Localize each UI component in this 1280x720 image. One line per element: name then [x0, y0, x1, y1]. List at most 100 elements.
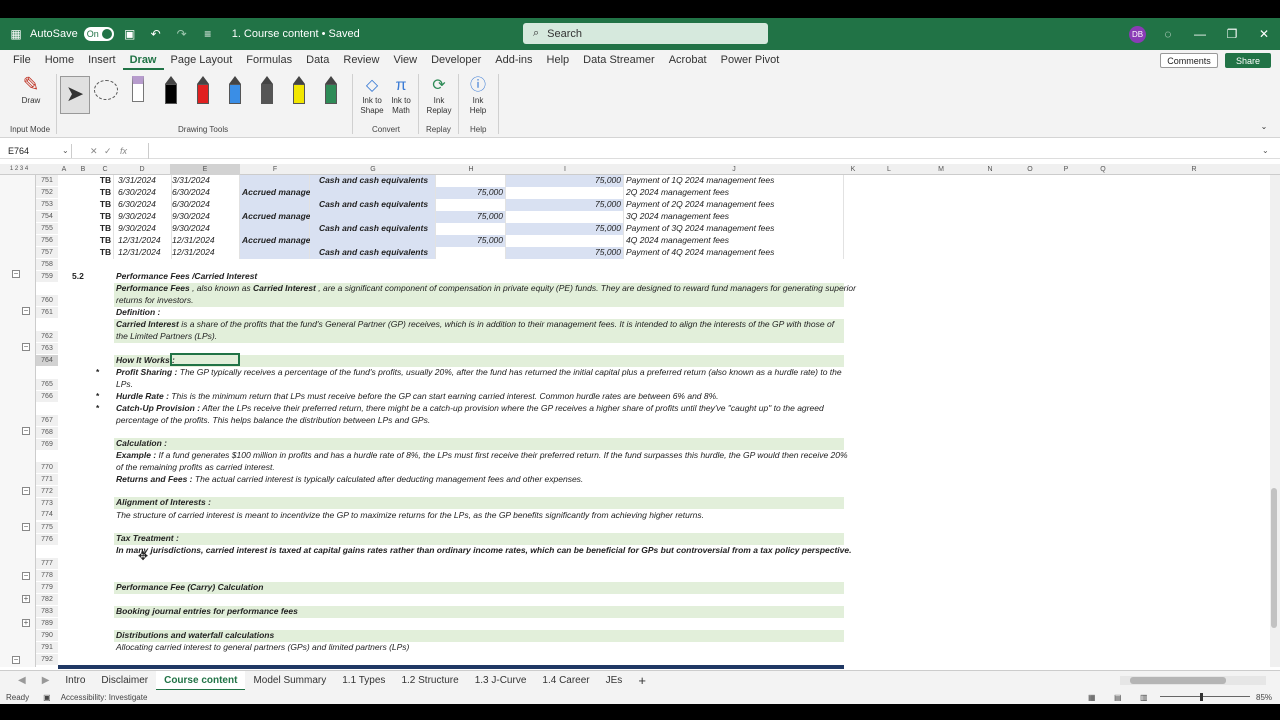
select-tool-button[interactable]: ➤	[60, 76, 90, 114]
tb-cell-j[interactable]: 4Q 2024 management fees	[624, 235, 844, 247]
tb-cell-f[interactable]	[240, 247, 310, 259]
tab-file[interactable]: File	[6, 50, 38, 70]
undo-icon[interactable]: ↶	[146, 24, 166, 44]
sheet-grid[interactable]: 5.2 Performance Fees /Carried Interest P…	[58, 175, 1270, 667]
col-header-o[interactable]: O	[1014, 164, 1046, 175]
name-box-dropdown-icon[interactable]: ⌄	[62, 143, 69, 159]
tb-cell-e[interactable]: 12/31/2024	[170, 235, 240, 247]
tab-acrobat[interactable]: Acrobat	[662, 50, 714, 70]
page-layout-view-icon[interactable]: ▤	[1114, 693, 1122, 702]
tb-cell-d[interactable]: 3/31/2024	[116, 175, 172, 187]
tb-cell-j[interactable]: Payment of 3Q 2024 management fees	[624, 223, 844, 235]
search-box[interactable]: ⌕ Search	[523, 23, 768, 44]
sheet-tab-types[interactable]: 1.1 Types	[334, 671, 393, 691]
tab-home[interactable]: Home	[38, 50, 81, 70]
lasso-select-button[interactable]	[94, 80, 122, 100]
col-header-b[interactable]: B	[70, 164, 96, 175]
close-icon[interactable]: ✕	[1254, 24, 1274, 44]
col-header-q[interactable]: Q	[1086, 164, 1120, 175]
ink-to-shape-button[interactable]: ◇ Ink to Shape	[358, 76, 386, 116]
sheet-tab-j-curve[interactable]: 1.3 J-Curve	[467, 671, 535, 691]
eraser-button[interactable]	[130, 76, 146, 102]
row-header-767[interactable]: 767	[36, 415, 58, 426]
share-button[interactable]: Share	[1225, 53, 1271, 68]
next-sheet-icon[interactable]: ▶	[34, 671, 58, 691]
minimize-icon[interactable]: —	[1190, 24, 1210, 44]
tab-add-ins[interactable]: Add-ins	[488, 50, 539, 70]
tb-cell-g[interactable]	[310, 211, 436, 223]
row-header-768[interactable]: 768	[36, 427, 58, 438]
tb-cell-f[interactable]	[240, 199, 310, 211]
tb-cell-j[interactable]: 2Q 2024 management fees	[624, 187, 844, 199]
col-header-f[interactable]: F	[240, 164, 310, 175]
row-header-763[interactable]: 763	[36, 343, 58, 354]
collapse-group-icon[interactable]: −	[22, 307, 30, 315]
tb-cell-i[interactable]: 75,000	[506, 223, 624, 235]
tb-cell-i[interactable]: 75,000	[506, 247, 624, 259]
col-header-c[interactable]: C	[96, 164, 114, 175]
tb-cell-i[interactable]	[506, 235, 624, 247]
tb-cell-h[interactable]	[436, 247, 506, 259]
col-header-m[interactable]: M	[916, 164, 966, 175]
tab-view[interactable]: View	[386, 50, 424, 70]
vertical-scroll-thumb[interactable]	[1271, 488, 1277, 628]
row-header-764[interactable]: 764	[36, 355, 58, 366]
sheet-tab-structure[interactable]: 1.2 Structure	[393, 671, 466, 691]
row-header-766[interactable]: 766	[36, 391, 58, 402]
document-title[interactable]: 1. Course content • Saved	[232, 28, 360, 40]
tb-cell-g[interactable]: Cash and cash equivalents	[310, 175, 436, 187]
row-header-770[interactable]: 770	[36, 462, 58, 473]
tb-cell-b[interactable]: TB	[96, 175, 114, 187]
row-header-791[interactable]: 791	[36, 642, 58, 653]
sheet-tab-career[interactable]: 1.4 Career	[534, 671, 597, 691]
tb-cell-i[interactable]	[506, 187, 624, 199]
tb-cell-e[interactable]: 6/30/2024	[170, 187, 240, 199]
collapse-group-icon[interactable]: −	[22, 523, 30, 531]
col-header-a[interactable]: A	[58, 164, 70, 175]
tb-cell-j[interactable]: 3Q 2024 management fees	[624, 211, 844, 223]
expand-formula-icon[interactable]: ⌄	[1262, 143, 1269, 159]
row-header-755[interactable]: 755	[36, 223, 58, 234]
tb-cell-f[interactable]: Accrued management fee	[240, 187, 345, 199]
collapse-group-icon[interactable]: −	[22, 572, 30, 580]
row-header-792[interactable]: 792	[36, 654, 58, 665]
lightbulb-icon[interactable]: ◌	[1158, 24, 1178, 44]
collapse-group-icon[interactable]: −	[12, 270, 20, 278]
pen-2-icon[interactable]	[196, 76, 210, 106]
tab-data[interactable]: Data	[299, 50, 336, 70]
draw-button[interactable]: ✎ Draw	[14, 74, 48, 106]
tb-cell-g[interactable]	[310, 235, 436, 247]
tb-cell-e[interactable]: 6/30/2024	[170, 199, 240, 211]
tb-cell-e[interactable]: 9/30/2024	[170, 223, 240, 235]
col-header-n[interactable]: N	[966, 164, 1014, 175]
row-header-779[interactable]: 779	[36, 582, 58, 593]
customize-qat-icon[interactable]: ≡	[198, 24, 218, 44]
sheet-tab-course-content[interactable]: Course content	[156, 670, 246, 691]
tb-cell-b[interactable]: TB	[96, 211, 114, 223]
col-header-k[interactable]: K	[844, 164, 862, 175]
enter-icon[interactable]: ✓	[104, 143, 112, 159]
autosave-toggle[interactable]: On	[83, 27, 114, 41]
tb-cell-j[interactable]: Payment of 2Q 2024 management fees	[624, 199, 844, 211]
row-header-751[interactable]: 751	[36, 175, 58, 186]
prev-sheet-icon[interactable]: ◀	[10, 671, 34, 691]
tb-cell-g[interactable]: Cash and cash equivalents	[310, 247, 436, 259]
row-header-775[interactable]: 775	[36, 522, 58, 533]
collapse-group-icon[interactable]: −	[22, 427, 30, 435]
expand-group-icon[interactable]: +	[22, 595, 30, 603]
row-header-783[interactable]: 783	[36, 606, 58, 617]
pen-6-icon[interactable]	[324, 76, 338, 106]
pen-1-icon[interactable]	[164, 76, 178, 106]
save-icon[interactable]: ▣	[120, 24, 140, 44]
tb-cell-h[interactable]: 75,000	[436, 211, 506, 223]
col-header-j[interactable]: J	[624, 164, 844, 175]
tb-cell-f[interactable]	[240, 175, 310, 187]
row-header-758[interactable]: 758	[36, 259, 58, 270]
collapse-ribbon-icon[interactable]: ⌄	[1258, 122, 1270, 132]
collapse-group-icon[interactable]: −	[22, 343, 30, 351]
add-sheet-icon[interactable]: +	[630, 671, 654, 691]
pen-5-icon[interactable]	[292, 76, 306, 106]
tb-cell-b[interactable]: TB	[96, 223, 114, 235]
tb-cell-i[interactable]: 75,000	[506, 199, 624, 211]
sheet-tab-intro[interactable]: Intro	[57, 671, 93, 691]
